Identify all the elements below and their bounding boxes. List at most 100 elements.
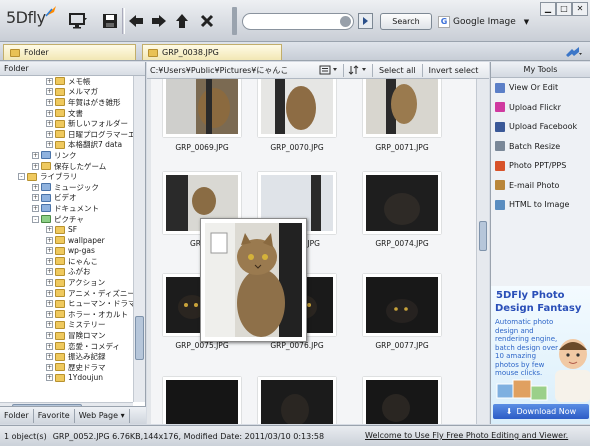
expand-icon[interactable]: + [46, 257, 53, 265]
thumbnail-item[interactable]: GRP_0074.JPG [357, 172, 447, 254]
view-mode-icon[interactable] [317, 64, 341, 76]
thumbnail-item[interactable]: GRP_0071.JPG [357, 79, 447, 161]
save-icon[interactable] [100, 11, 120, 31]
expand-icon[interactable]: + [46, 310, 53, 318]
download-now-button[interactable]: ⬇ Download Now [493, 404, 589, 419]
search-input[interactable] [242, 13, 354, 30]
thumbnail-item[interactable] [157, 377, 247, 424]
tree-item[interactable]: + ヒューマン・ドラマ [0, 298, 133, 309]
tree-item[interactable]: + wallpaper [0, 235, 133, 246]
tab-folder-bottom[interactable]: Folder [0, 408, 34, 423]
thumbnail-item[interactable]: GRP_0069.JPG [157, 79, 247, 161]
minimize-button[interactable]: ▁ [540, 2, 556, 16]
expand-icon[interactable]: + [46, 236, 53, 244]
tree-item[interactable]: + ミステリー [0, 320, 133, 331]
expand-icon[interactable]: + [46, 141, 53, 149]
expand-icon[interactable]: + [46, 130, 53, 138]
scroll-thumb[interactable] [135, 316, 144, 360]
tree-item[interactable]: + リンク [0, 150, 133, 161]
thumbnail-item[interactable] [252, 377, 342, 424]
tree-item[interactable]: + 保存したゲーム [0, 161, 133, 172]
tree-item[interactable]: + ドキュメント [0, 203, 133, 214]
tool-item[interactable]: Upload Flickr [491, 98, 590, 118]
tree-item[interactable]: + ビデオ [0, 193, 133, 204]
tool-item[interactable]: Upload Facebook [491, 117, 590, 137]
tree-item[interactable]: + 新しいフォルダー [0, 118, 133, 129]
up-arrow-icon[interactable] [172, 11, 192, 31]
expand-icon[interactable]: + [32, 183, 39, 191]
expand-icon[interactable]: + [46, 289, 53, 297]
expand-icon[interactable]: + [46, 98, 53, 106]
expand-icon[interactable]: + [46, 109, 53, 117]
promo-banner[interactable]: 5DFly Photo Design Fantasy Automatic pho… [491, 286, 590, 424]
welcome-link[interactable]: Welcome to Use Fly Free Photo Editing an… [365, 431, 568, 440]
expand-icon[interactable]: + [46, 363, 53, 371]
thumbnail-item[interactable]: GRP_0070.JPG [252, 79, 342, 161]
tree-item[interactable]: + 歴史ドラマ [0, 362, 133, 373]
expand-icon[interactable]: + [46, 77, 53, 85]
expand-icon[interactable]: + [46, 120, 53, 128]
toolbar-grip[interactable] [232, 7, 237, 35]
expand-icon[interactable]: + [46, 226, 53, 234]
tree-item[interactable]: + 冒険ロマン [0, 330, 133, 341]
tool-item[interactable]: E-mail Photo [491, 176, 590, 196]
search-dropdown-icon[interactable] [340, 16, 351, 27]
expand-icon[interactable]: + [32, 204, 39, 212]
tree-item[interactable]: +1Ydoujun [0, 373, 133, 384]
tree-item[interactable]: - ライブラリ [0, 171, 133, 182]
maximize-button[interactable]: □ [556, 2, 572, 16]
tree-item[interactable]: + 年賀はがき雑形 [0, 97, 133, 108]
left-splitter[interactable] [147, 79, 151, 424]
monitor-icon[interactable] [68, 11, 88, 31]
close-button[interactable]: ✕ [572, 2, 588, 16]
tree-item[interactable]: + wp-gas [0, 246, 133, 257]
search-engine-select[interactable]: G Google Image ▼ [438, 13, 534, 30]
tab-favorite[interactable]: Favorite [34, 408, 75, 423]
expand-icon[interactable]: + [46, 268, 53, 276]
tree-item[interactable]: + にゃんこ [0, 256, 133, 267]
tree-item[interactable]: + ホラー・オカルト [0, 309, 133, 320]
tab-menu-icon[interactable] [563, 45, 585, 58]
select-all-button[interactable]: Select all [375, 66, 420, 75]
thumbnail-item[interactable]: GRP_0077.JPG [357, 274, 447, 356]
tool-item[interactable]: View Or Edit [491, 78, 590, 98]
expand-icon[interactable]: + [32, 151, 39, 159]
tab-folder[interactable]: Folder [3, 44, 136, 60]
tree-item[interactable]: + アクション [0, 277, 133, 288]
tree-item[interactable]: + メモ帳 [0, 76, 133, 87]
tree-item[interactable]: + 本格翻訳7 data [0, 140, 133, 151]
tree-item[interactable]: + SF [0, 224, 133, 235]
tool-item[interactable]: Photo PPT/PPS [491, 156, 590, 176]
expand-icon[interactable]: + [32, 194, 39, 202]
expand-icon[interactable]: + [32, 162, 39, 170]
current-path[interactable]: C:¥Users¥Public¥Pictures¥にゃんこ [147, 65, 317, 76]
expand-icon[interactable]: + [46, 321, 53, 329]
go-button[interactable] [358, 13, 373, 29]
tab-image-file[interactable]: GRP_0038.JPG [142, 44, 282, 60]
tree-item[interactable]: + 日曜プログラマーエ [0, 129, 133, 140]
collapse-icon[interactable]: - [32, 215, 39, 223]
invert-select-button[interactable]: Invert select [425, 66, 483, 75]
expand-icon[interactable]: + [46, 353, 53, 361]
back-arrow-icon[interactable] [126, 11, 146, 31]
expand-icon[interactable]: + [46, 279, 53, 287]
thumbnail-item[interactable] [357, 377, 447, 424]
tree-vertical-scrollbar[interactable] [133, 76, 145, 402]
sort-icon[interactable] [346, 64, 370, 76]
tree-item[interactable]: + ミュージック [0, 182, 133, 193]
expand-icon[interactable]: + [46, 247, 53, 255]
tool-item[interactable]: HTML to Image [491, 195, 590, 215]
thumbnail-vertical-scrollbar[interactable] [476, 79, 489, 424]
tree-item[interactable]: + 振込み記録 [0, 351, 133, 362]
tree-item[interactable]: + アニメ・ディズニー [0, 288, 133, 299]
expand-icon[interactable]: + [46, 374, 53, 382]
forward-arrow-icon[interactable] [149, 11, 169, 31]
delete-x-icon[interactable] [197, 11, 217, 31]
expand-icon[interactable]: + [46, 342, 53, 350]
tree-item[interactable]: + ふがお [0, 267, 133, 278]
tab-web-page[interactable]: Web Page ▾ [75, 408, 130, 423]
expand-icon[interactable]: + [46, 332, 53, 340]
expand-icon[interactable]: + [46, 300, 53, 308]
search-button[interactable]: Search [380, 13, 432, 30]
tree-item[interactable]: + メルマガ [0, 87, 133, 98]
